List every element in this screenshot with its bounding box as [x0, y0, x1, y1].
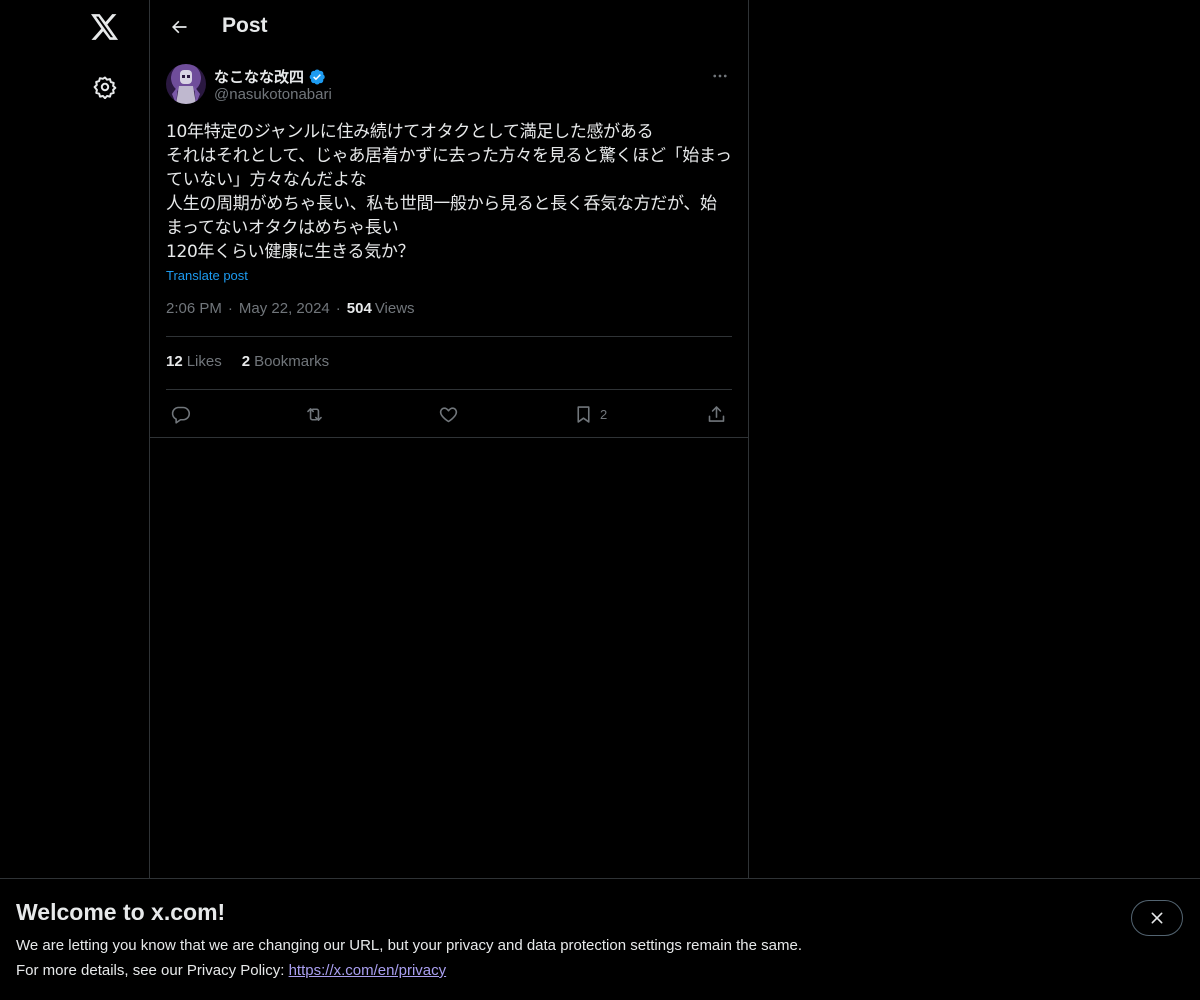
- bookmarks-count: 2: [241, 353, 251, 370]
- translate-post-link[interactable]: Translate post: [166, 268, 732, 283]
- post-time[interactable]: 2:06 PM: [166, 300, 222, 317]
- close-icon: [1151, 912, 1163, 924]
- share-button[interactable]: [706, 399, 727, 429]
- views-label: Views: [374, 300, 415, 317]
- url-change-banner: Welcome to x.com! We are letting you kno…: [0, 878, 1200, 1000]
- app-root: Post なこなな改四 @nasukotonabari 10年特定のジャンルに住…: [0, 0, 1200, 1000]
- post-date[interactable]: May 22, 2024: [239, 300, 330, 317]
- reply-icon: [171, 406, 191, 424]
- likes-label: Likes: [186, 353, 222, 370]
- x-logo-icon[interactable]: [88, 10, 122, 44]
- author-handle[interactable]: @nasukotonabari: [214, 86, 332, 103]
- bookmark-icon: [577, 405, 590, 423]
- banner-title: Welcome to x.com!: [16, 899, 226, 925]
- likes-stat[interactable]: 12 Likes: [166, 353, 222, 370]
- divider: [166, 336, 732, 337]
- meta-separator: ·: [335, 300, 341, 317]
- post-stats: 12 Likes 2 Bookmarks: [166, 353, 329, 370]
- more-horizontal-icon: [713, 74, 727, 78]
- back-button[interactable]: [162, 10, 196, 44]
- post-meta: 2:06 PM · May 22, 2024 · 504 Views: [166, 300, 415, 317]
- divider: [166, 389, 732, 390]
- meta-separator: ·: [227, 300, 233, 317]
- close-banner-button[interactable]: [1131, 900, 1183, 936]
- post-text: 10年特定のジャンルに住み続けてオタクとして満足した感がある それはそれとして、…: [166, 122, 732, 262]
- page-title: Post: [222, 14, 268, 37]
- author-name-row: なこなな改四: [214, 66, 326, 87]
- share-icon: [708, 405, 725, 422]
- post-actions: 2: [166, 399, 732, 429]
- bookmark-action-count: 2: [600, 406, 608, 422]
- views-count: 504: [346, 300, 372, 317]
- more-options-button[interactable]: [708, 64, 732, 88]
- author-row: なこなな改四 @nasukotonabari: [166, 64, 732, 106]
- bookmarks-label: Bookmarks: [254, 353, 330, 370]
- left-nav: [0, 0, 149, 1000]
- banner-privacy-line: For more details, see our Privacy Policy…: [16, 962, 446, 979]
- page-header: Post: [150, 0, 748, 54]
- bookmark-button[interactable]: 2: [573, 399, 607, 429]
- reply-button[interactable]: [170, 399, 191, 429]
- like-button[interactable]: [438, 399, 459, 429]
- banner-message: We are letting you know that we are chan…: [16, 937, 802, 954]
- post: なこなな改四 @nasukotonabari 10年特定のジャンルに住み続けてオ…: [166, 64, 732, 283]
- banner-privacy-prefix: For more details, see our Privacy Policy…: [16, 962, 289, 979]
- verified-badge-icon: [308, 68, 326, 86]
- likes-count: 12: [166, 353, 183, 370]
- retweet-button[interactable]: [303, 399, 326, 429]
- main-column: Post なこなな改四 @nasukotonabari 10年特定のジャンルに住…: [149, 0, 749, 1000]
- author-name[interactable]: なこなな改四: [214, 66, 304, 87]
- divider: [150, 437, 748, 438]
- arrow-left-icon: [172, 20, 187, 34]
- privacy-policy-link[interactable]: https://x.com/en/privacy: [289, 962, 447, 979]
- avatar[interactable]: [166, 64, 206, 104]
- gear-icon[interactable]: [88, 70, 122, 104]
- heart-icon: [439, 406, 458, 422]
- retweet-icon: [307, 407, 322, 421]
- bookmarks-stat[interactable]: 2 Bookmarks: [242, 353, 329, 370]
